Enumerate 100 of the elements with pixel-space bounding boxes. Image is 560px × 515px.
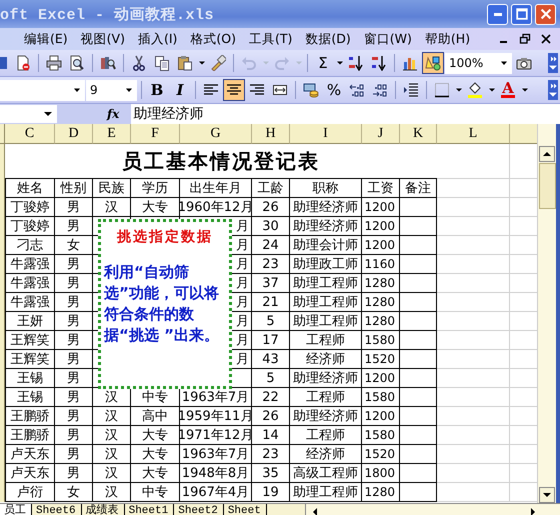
table-cell: 30 [252, 217, 290, 236]
table-cell: 26 [252, 198, 290, 217]
table-cell: 助理工程师 [290, 312, 362, 331]
table-cell: 男 [55, 464, 93, 483]
table-cell: 丁骏婷 [5, 217, 55, 236]
table-cell: 21 [252, 293, 290, 312]
align-center-button[interactable] [223, 79, 245, 101]
sheet-tab[interactable]: 成绩表 [82, 504, 125, 515]
scroll-down-icon[interactable] [539, 487, 556, 503]
menu-item[interactable]: 格式(O) [190, 30, 236, 48]
minimize-button[interactable] [487, 4, 508, 24]
menu-item[interactable]: 窗口(W) [364, 30, 412, 48]
column-header[interactable]: C [5, 124, 55, 144]
font-name-field[interactable] [0, 80, 85, 100]
row-header[interactable] [0, 144, 5, 179]
table-cell: 1520 [362, 350, 400, 369]
table-cell: 王鹏骄 [5, 407, 55, 426]
close-button[interactable] [535, 4, 556, 24]
bar-chart-icon [402, 55, 418, 71]
menu-item[interactable]: 编辑(E) [24, 30, 68, 48]
camera-icon [516, 55, 532, 71]
table-cell: 汉 [93, 407, 131, 426]
column-header[interactable]: F [131, 124, 180, 144]
menu-item[interactable]: 数据(D) [305, 30, 351, 48]
caret-icon [262, 60, 268, 66]
vertical-scrollbar[interactable] [537, 124, 556, 503]
table-cell: 1200 [362, 217, 400, 236]
horizontal-scrollbar[interactable] [305, 504, 560, 515]
table-cell: 男 [55, 312, 93, 331]
column-header[interactable]: E [93, 124, 131, 144]
formula-field[interactable]: 助理经济师 [131, 104, 560, 124]
column-header[interactable]: J [362, 124, 400, 144]
table-cell: 男 [55, 293, 93, 312]
bold-button[interactable]: B [146, 79, 168, 101]
table-cell: 牛露强 [5, 293, 55, 312]
borders-icon [434, 82, 450, 98]
table-cell: 工程师 [290, 426, 362, 445]
caret-icon [73, 86, 81, 94]
column-header[interactable]: I [290, 124, 362, 144]
table-cell: 1280 [362, 274, 400, 293]
table-cell: 1200 [362, 407, 400, 426]
table-header: 学历 [131, 179, 180, 198]
indent-icon [403, 82, 419, 98]
merge-cells-icon [272, 82, 288, 98]
toolbar-options-icon[interactable] [548, 53, 558, 73]
italic-button[interactable]: I [169, 79, 191, 101]
table-cell: 1580 [362, 331, 400, 350]
sum-button[interactable]: Σ [312, 52, 334, 74]
table-cell: 男 [55, 255, 93, 274]
caret-icon [500, 59, 508, 67]
redo-icon [274, 55, 290, 71]
column-header[interactable]: G [180, 124, 252, 144]
print-preview-icon [69, 55, 85, 71]
caret-icon [456, 87, 462, 93]
table-cell: 22 [252, 388, 290, 407]
table-cell: 男 [55, 331, 93, 350]
shapes-button[interactable] [422, 52, 444, 74]
menu-item[interactable]: 工具(T) [249, 30, 292, 48]
sheet-tab[interactable]: Sheet1 [124, 504, 174, 515]
caret-icon [198, 60, 204, 66]
table-cell: 1967年4月 [180, 483, 252, 502]
copy-icon [154, 55, 170, 71]
toolbar-options-icon[interactable] [548, 80, 558, 100]
menu-item[interactable]: 视图(V) [80, 30, 125, 48]
table-cell: 助理工程师 [290, 483, 362, 502]
table-cell: 14 [252, 426, 290, 445]
column-header[interactable]: K [400, 124, 437, 144]
font-color-button[interactable]: A [497, 79, 519, 101]
table-header: 出生年月 [180, 179, 252, 198]
save-icon[interactable] [0, 55, 8, 71]
zoom-field[interactable]: 100% [445, 52, 512, 74]
table-cell: 大专 [131, 198, 180, 217]
column-header[interactable]: L [437, 124, 510, 144]
row-header[interactable] [0, 483, 5, 502]
table-cell: 工程师 [290, 388, 362, 407]
percent-button[interactable]: % [323, 79, 345, 101]
scroll-thumb[interactable] [538, 163, 556, 209]
select-all-corner[interactable] [0, 124, 5, 144]
table-cell: 男 [55, 407, 93, 426]
font-size-field[interactable]: 9 [86, 80, 137, 100]
table-cell: 助理经济师 [290, 198, 362, 217]
insert-function-button[interactable]: fx [107, 107, 120, 121]
caret-icon [125, 86, 133, 94]
column-header[interactable]: H [252, 124, 290, 144]
table-cell: 男 [55, 350, 93, 369]
sheet-tab[interactable]: 员工 [0, 504, 32, 515]
table-cell: 牛露强 [5, 274, 55, 293]
menu-item[interactable]: 帮助(H) [424, 30, 470, 48]
close-icon[interactable] [540, 33, 552, 45]
maximize-button[interactable] [511, 4, 532, 24]
table-cell: 王辉笑 [5, 331, 55, 350]
table-cell: 男 [55, 369, 93, 388]
restore-icon[interactable] [519, 33, 531, 45]
coins-icon [303, 82, 319, 98]
scroll-up-icon[interactable] [539, 146, 556, 162]
column-header[interactable]: D [55, 124, 93, 144]
table-cell: 刁志 [5, 236, 55, 255]
table-cell: 助理经济师 [290, 369, 362, 388]
menu-item[interactable]: 插入(I) [138, 30, 178, 48]
printer-icon [46, 55, 62, 71]
